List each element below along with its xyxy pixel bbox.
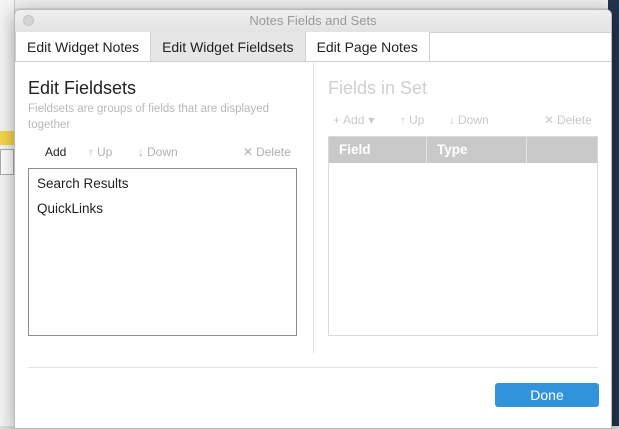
window-title: Notes Fields and Sets: [249, 13, 377, 28]
delete-label: Delete: [256, 145, 291, 159]
up-field-button[interactable]: ↑ Up: [400, 113, 424, 127]
add-label: Add: [45, 145, 67, 159]
lightning-icon: [0, 131, 14, 145]
arrow-down-icon: ↓: [449, 113, 455, 127]
down-label: Down: [147, 145, 178, 159]
arrow-up-icon: ↑: [88, 145, 94, 159]
fieldset-list[interactable]: Search Results QuickLinks: [28, 168, 297, 336]
delete-label: Delete: [557, 113, 592, 127]
add-fieldset-button[interactable]: Add: [45, 145, 66, 159]
delete-fieldset-button[interactable]: ✕ Delete: [243, 145, 291, 159]
delete-field-button[interactable]: ✕ Delete: [544, 113, 592, 127]
fieldsets-description: Fieldsets are groups of fields that are …: [28, 103, 269, 131]
list-item[interactable]: Search Results: [29, 171, 296, 196]
fields-in-set-title: Fields in Set: [328, 78, 428, 98]
add-field-button[interactable]: + Add ▾: [333, 113, 377, 127]
footer-divider: [28, 367, 598, 368]
up-label: Up: [97, 145, 113, 159]
add-label: Add: [343, 113, 365, 127]
x-icon: ✕: [243, 145, 254, 159]
tab-edit-widget-notes[interactable]: Edit Widget Notes: [15, 32, 152, 62]
background-window: [14, 0, 608, 8]
tab-bar: Edit Widget Notes Edit Widget Fieldsets …: [15, 32, 430, 62]
down-label: Down: [458, 113, 489, 127]
background-panel: [0, 0, 15, 426]
up-label: Up: [409, 113, 425, 127]
plus-icon: +: [333, 113, 341, 127]
done-button[interactable]: Done: [495, 383, 599, 407]
column-type[interactable]: Type: [427, 137, 527, 163]
titlebar: Notes Fields and Sets: [15, 10, 611, 33]
arrow-down-icon: ↓: [138, 145, 144, 159]
close-window-button[interactable]: [23, 15, 34, 26]
x-icon: ✕: [544, 113, 555, 127]
table-header: Field Type: [329, 137, 597, 163]
down-field-button[interactable]: ↓ Down: [449, 113, 489, 127]
arrow-up-icon: ↑: [400, 113, 406, 127]
panel-divider: [313, 63, 314, 353]
list-item[interactable]: QuickLinks: [29, 196, 296, 221]
up-fieldset-button[interactable]: ↑ Up: [88, 145, 112, 159]
notes-fields-dialog: Notes Fields and Sets Edit Widget Notes …: [14, 9, 612, 429]
chevron-down-icon: ▾: [368, 113, 375, 127]
down-fieldset-button[interactable]: ↓ Down: [138, 145, 178, 159]
column-field[interactable]: Field: [329, 137, 427, 163]
column-extra[interactable]: [527, 137, 597, 163]
background-stepper: [0, 149, 14, 175]
tab-divider: [15, 61, 611, 62]
fields-table[interactable]: Field Type: [328, 136, 598, 336]
tab-edit-page-notes[interactable]: Edit Page Notes: [304, 32, 430, 62]
tab-edit-widget-fieldsets[interactable]: Edit Widget Fieldsets: [150, 32, 306, 62]
fieldsets-title: Edit Fieldsets: [28, 78, 137, 98]
